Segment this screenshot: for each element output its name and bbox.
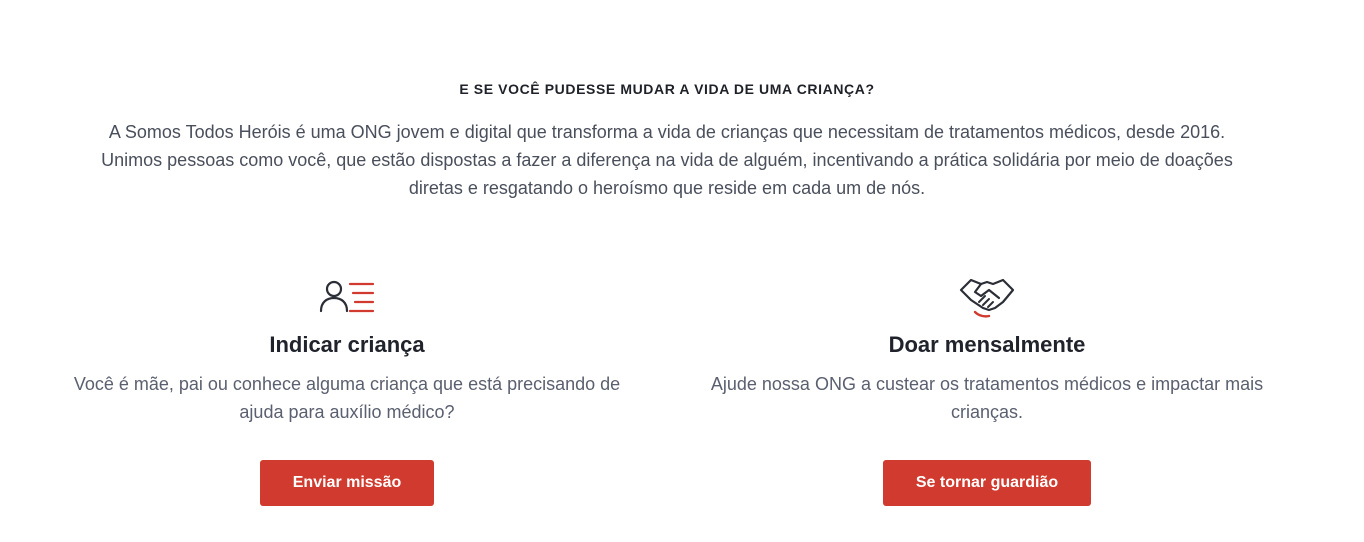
card-indicate-child: Indicar criança Você é mãe, pai ou conhe…	[40, 270, 654, 506]
card-description: Ajude nossa ONG a custear os tratamentos…	[710, 374, 1264, 422]
send-mission-button[interactable]: Enviar missão	[259, 460, 435, 506]
card-title: Doar mensalmente	[888, 332, 1086, 357]
card-title: Indicar criança	[269, 332, 425, 357]
handshake-icon	[959, 278, 1015, 318]
become-guardian-button[interactable]: Se tornar guardião	[882, 460, 1092, 506]
section-heading: E SE VOCÊ PUDESSE MUDAR A VIDA DE UMA CR…	[459, 81, 875, 97]
person-list-icon	[319, 280, 375, 313]
card-monthly-donation: Doar mensalmente Ajude nossa ONG a custe…	[680, 270, 1294, 506]
card-description: Você é mãe, pai ou conhece alguma crianç…	[73, 374, 621, 422]
intro-paragraph: A Somos Todos Heróis é uma ONG jovem e d…	[101, 122, 1233, 198]
